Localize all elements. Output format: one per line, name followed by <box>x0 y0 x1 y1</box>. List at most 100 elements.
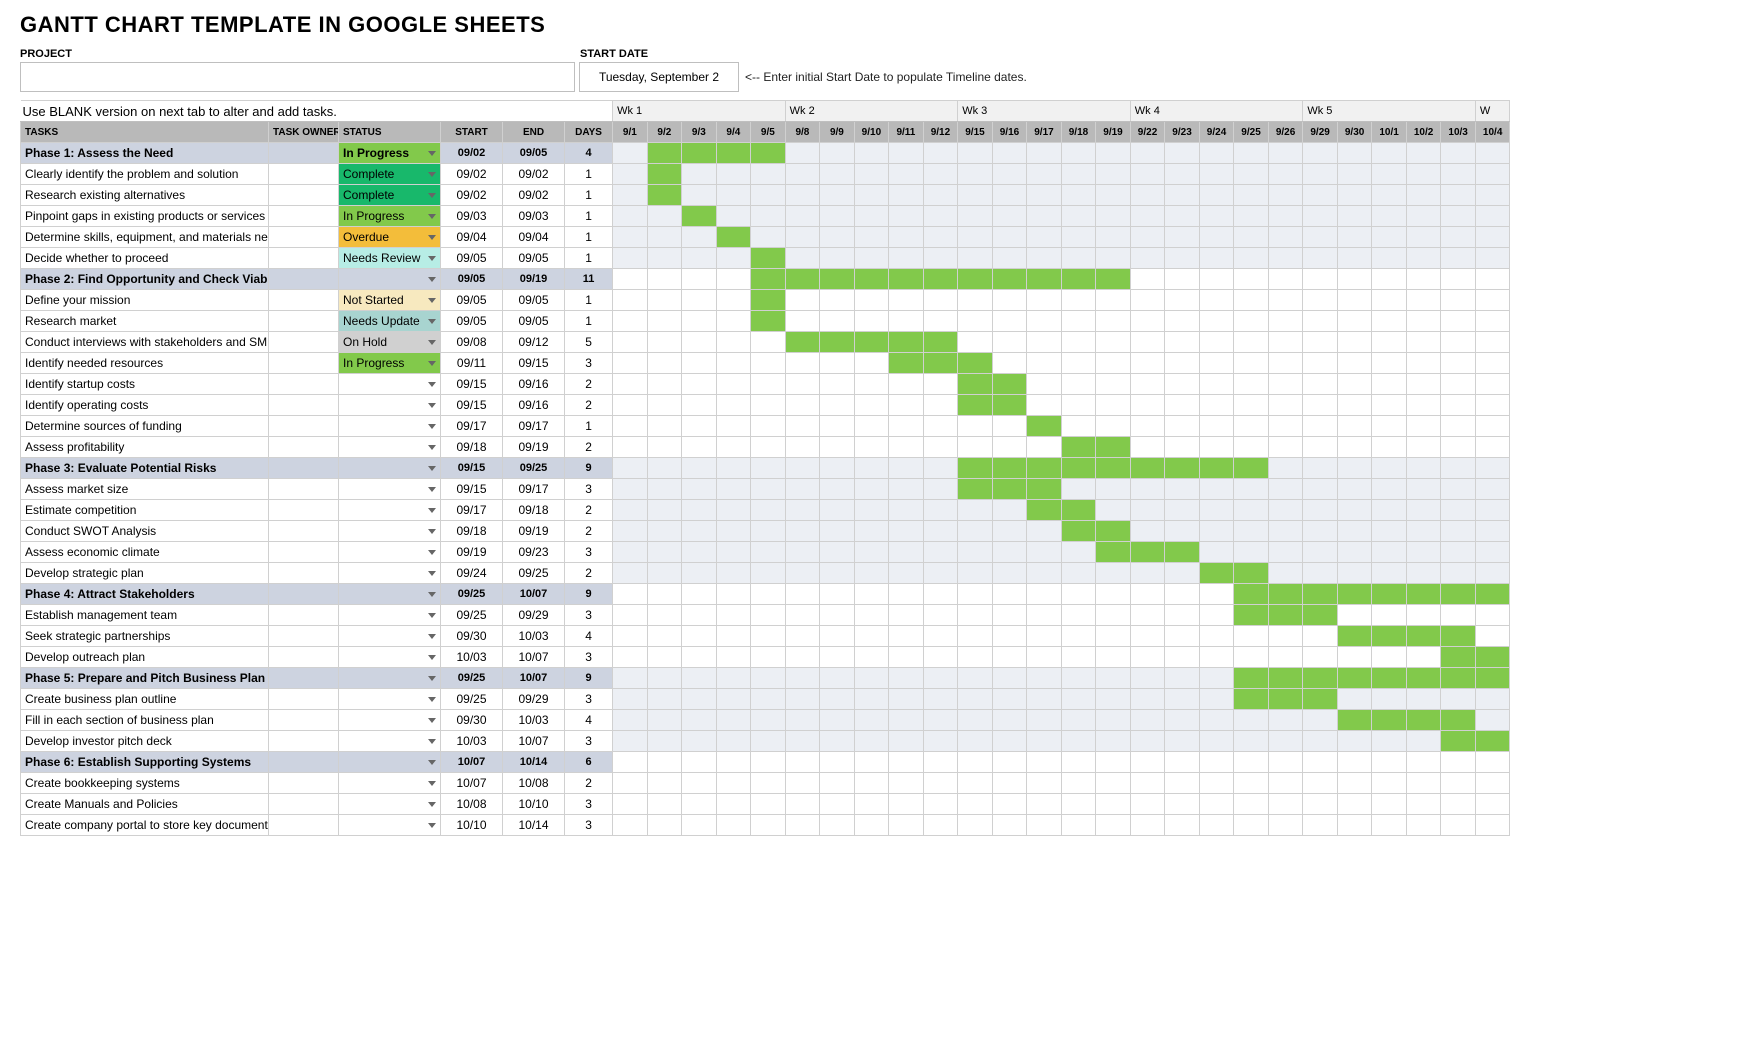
end-cell[interactable]: 09/19 <box>503 521 565 542</box>
task-owner-cell[interactable] <box>269 500 339 521</box>
status-dropdown-icon[interactable] <box>424 374 440 394</box>
start-cell[interactable]: 09/19 <box>441 542 503 563</box>
task-owner-cell[interactable] <box>269 353 339 374</box>
status-dropdown-icon[interactable] <box>424 248 440 268</box>
status-dropdown-icon[interactable] <box>424 332 440 352</box>
status-dropdown-icon[interactable] <box>424 773 440 793</box>
task-row[interactable]: Decide whether to proceed <box>21 248 269 269</box>
start-cell[interactable]: 09/05 <box>441 290 503 311</box>
task-owner-cell[interactable] <box>269 479 339 500</box>
task-owner-cell[interactable] <box>269 710 339 731</box>
task-owner-cell[interactable] <box>269 668 339 689</box>
end-cell[interactable]: 09/19 <box>503 437 565 458</box>
task-owner-cell[interactable] <box>269 626 339 647</box>
task-row[interactable]: Create Manuals and Policies <box>21 794 269 815</box>
start-cell[interactable]: 09/30 <box>441 626 503 647</box>
status-dropdown-icon[interactable] <box>424 647 440 667</box>
days-cell[interactable]: 11 <box>565 269 613 290</box>
days-cell[interactable]: 9 <box>565 458 613 479</box>
status-dropdown-icon[interactable] <box>424 668 440 688</box>
status-dropdown-icon[interactable] <box>424 479 440 499</box>
start-cell[interactable]: 10/07 <box>441 773 503 794</box>
start-cell[interactable]: 09/02 <box>441 164 503 185</box>
start-cell[interactable]: 09/05 <box>441 311 503 332</box>
task-row[interactable]: Develop investor pitch deck <box>21 731 269 752</box>
days-cell[interactable]: 3 <box>565 353 613 374</box>
start-cell[interactable]: 09/15 <box>441 458 503 479</box>
status-dropdown-icon[interactable] <box>424 164 440 184</box>
status-cell[interactable] <box>339 626 441 647</box>
status-cell[interactable] <box>339 458 441 479</box>
status-dropdown-icon[interactable] <box>424 143 440 163</box>
end-cell[interactable]: 09/25 <box>503 458 565 479</box>
end-cell[interactable]: 09/16 <box>503 374 565 395</box>
task-owner-cell[interactable] <box>269 521 339 542</box>
status-dropdown-icon[interactable] <box>424 227 440 247</box>
status-dropdown-icon[interactable] <box>424 563 440 583</box>
status-cell[interactable] <box>339 710 441 731</box>
status-cell[interactable] <box>339 584 441 605</box>
days-cell[interactable]: 1 <box>565 206 613 227</box>
phase-row[interactable]: Phase 6: Establish Supporting Systems <box>21 752 269 773</box>
status-cell[interactable] <box>339 815 441 836</box>
status-dropdown-icon[interactable] <box>424 311 440 331</box>
status-cell[interactable] <box>339 563 441 584</box>
task-owner-cell[interactable] <box>269 248 339 269</box>
status-cell[interactable]: Complete <box>339 185 441 206</box>
start-cell[interactable]: 09/25 <box>441 584 503 605</box>
task-owner-cell[interactable] <box>269 164 339 185</box>
days-cell[interactable]: 1 <box>565 416 613 437</box>
end-cell[interactable]: 09/29 <box>503 689 565 710</box>
task-owner-cell[interactable] <box>269 227 339 248</box>
task-row[interactable]: Conduct SWOT Analysis <box>21 521 269 542</box>
task-owner-cell[interactable] <box>269 815 339 836</box>
status-cell[interactable]: In Progress <box>339 206 441 227</box>
task-owner-cell[interactable] <box>269 752 339 773</box>
days-cell[interactable]: 5 <box>565 332 613 353</box>
status-dropdown-icon[interactable] <box>424 458 440 478</box>
phase-row[interactable]: Phase 2: Find Opportunity and Check Viab… <box>21 269 269 290</box>
end-cell[interactable]: 09/16 <box>503 395 565 416</box>
days-cell[interactable]: 3 <box>565 479 613 500</box>
status-cell[interactable]: In Progress <box>339 353 441 374</box>
end-cell[interactable]: 09/02 <box>503 164 565 185</box>
status-dropdown-icon[interactable] <box>424 521 440 541</box>
task-row[interactable]: Create bookkeeping systems <box>21 773 269 794</box>
start-cell[interactable]: 09/05 <box>441 248 503 269</box>
start-cell[interactable]: 09/25 <box>441 605 503 626</box>
end-cell[interactable]: 09/05 <box>503 143 565 164</box>
status-cell[interactable] <box>339 647 441 668</box>
task-row[interactable]: Define your mission <box>21 290 269 311</box>
task-row[interactable]: Seek strategic partnerships <box>21 626 269 647</box>
status-cell[interactable] <box>339 689 441 710</box>
task-owner-cell[interactable] <box>269 290 339 311</box>
days-cell[interactable]: 3 <box>565 815 613 836</box>
end-cell[interactable]: 10/10 <box>503 794 565 815</box>
status-dropdown-icon[interactable] <box>424 689 440 709</box>
start-cell[interactable]: 10/03 <box>441 647 503 668</box>
task-row[interactable]: Establish management team <box>21 605 269 626</box>
task-row[interactable]: Develop strategic plan <box>21 563 269 584</box>
task-owner-cell[interactable] <box>269 332 339 353</box>
days-cell[interactable]: 3 <box>565 542 613 563</box>
end-cell[interactable]: 09/18 <box>503 500 565 521</box>
start-cell[interactable]: 09/05 <box>441 269 503 290</box>
end-cell[interactable]: 09/29 <box>503 605 565 626</box>
start-cell[interactable]: 09/30 <box>441 710 503 731</box>
days-cell[interactable]: 2 <box>565 374 613 395</box>
days-cell[interactable]: 2 <box>565 773 613 794</box>
days-cell[interactable]: 4 <box>565 143 613 164</box>
end-cell[interactable]: 10/08 <box>503 773 565 794</box>
end-cell[interactable]: 10/07 <box>503 584 565 605</box>
start-cell[interactable]: 09/17 <box>441 416 503 437</box>
status-cell[interactable] <box>339 773 441 794</box>
task-row[interactable]: Estimate competition <box>21 500 269 521</box>
status-cell[interactable] <box>339 500 441 521</box>
days-cell[interactable]: 2 <box>565 500 613 521</box>
end-cell[interactable]: 09/23 <box>503 542 565 563</box>
start-cell[interactable]: 09/08 <box>441 332 503 353</box>
phase-row[interactable]: Phase 5: Prepare and Pitch Business Plan <box>21 668 269 689</box>
task-owner-cell[interactable] <box>269 458 339 479</box>
end-cell[interactable]: 09/19 <box>503 269 565 290</box>
phase-row[interactable]: Phase 3: Evaluate Potential Risks <box>21 458 269 479</box>
